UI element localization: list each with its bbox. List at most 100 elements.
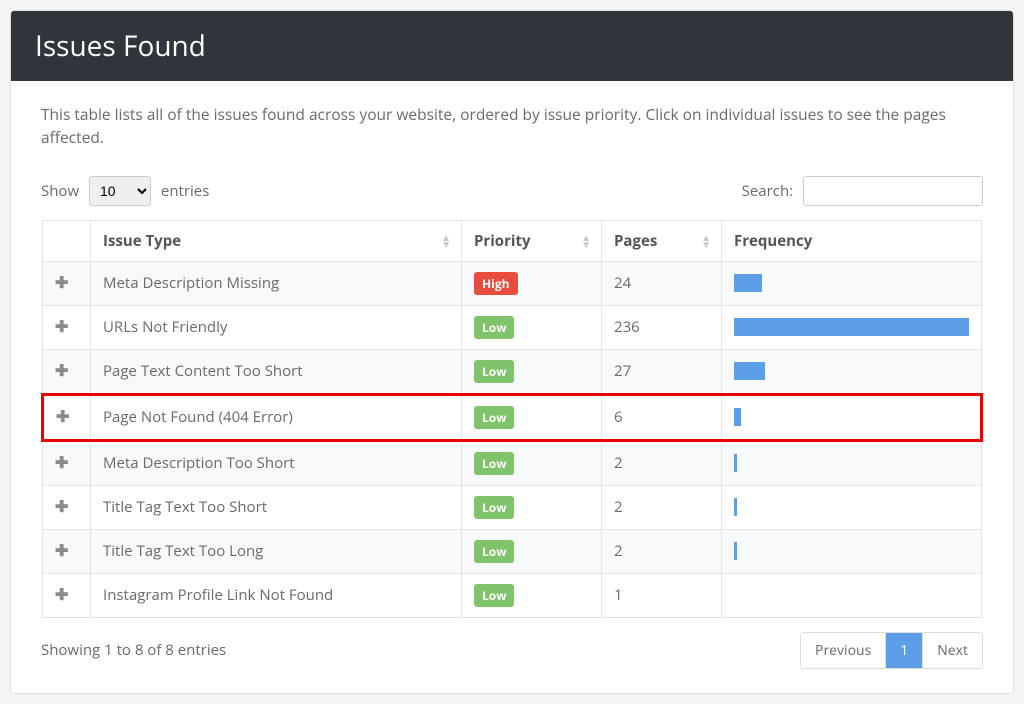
priority-cell: Low: [462, 394, 602, 440]
issue-cell[interactable]: Title Tag Text Too Long: [91, 529, 462, 573]
frequency-bar-container: [734, 454, 969, 472]
frequency-bar-container: [734, 362, 969, 380]
frequency-bar-container: [734, 274, 969, 292]
expand-cell[interactable]: ✚: [43, 349, 91, 394]
frequency-bar-container: [734, 586, 969, 604]
priority-cell: High: [462, 261, 602, 305]
priority-cell: Low: [462, 349, 602, 394]
frequency-bar-container: [734, 542, 969, 560]
table-row: ✚ Instagram Profile Link Not Found Low 1: [43, 573, 982, 617]
table-row: ✚ Meta Description Too Short Low 2: [43, 440, 982, 485]
priority-cell: Low: [462, 485, 602, 529]
col-priority-label: Priority: [474, 231, 531, 251]
sort-icon: ▲▼: [701, 234, 711, 248]
expand-cell[interactable]: ✚: [43, 573, 91, 617]
plus-icon[interactable]: ✚: [55, 586, 68, 602]
issues-panel: Issues Found This table lists all of the…: [10, 10, 1014, 694]
plus-icon[interactable]: ✚: [56, 408, 69, 424]
table-footer: Showing 1 to 8 of 8 entries Previous 1 N…: [41, 632, 983, 669]
plus-icon[interactable]: ✚: [55, 454, 68, 470]
panel-description: This table lists all of the issues found…: [41, 103, 983, 150]
frequency-bar: [734, 274, 762, 292]
frequency-bar: [734, 408, 741, 426]
priority-cell: Low: [462, 305, 602, 349]
pages-cell: 6: [602, 394, 722, 440]
entries-select[interactable]: 10: [89, 176, 151, 206]
frequency-bar-container: [734, 498, 969, 516]
col-issue-type[interactable]: Issue Type ▲▼: [91, 220, 462, 261]
expand-cell[interactable]: ✚: [43, 440, 91, 485]
frequency-bar: [734, 318, 969, 336]
col-priority[interactable]: Priority ▲▼: [462, 220, 602, 261]
plus-icon[interactable]: ✚: [55, 362, 68, 378]
table-row: ✚Title Tag Text Too ShortLow2: [43, 485, 982, 529]
issue-cell[interactable]: Page Not Found (404 Error): [91, 394, 462, 440]
expand-cell[interactable]: ✚: [43, 529, 91, 573]
priority-badge: Low: [474, 584, 514, 607]
col-pages-label: Pages: [614, 231, 657, 251]
expand-cell[interactable]: ✚: [43, 261, 91, 305]
entries-label: entries: [161, 181, 209, 201]
table-row: ✚Meta Description MissingHigh24: [43, 261, 982, 305]
priority-cell: Low: [462, 529, 602, 573]
length-control: Show 10 entries: [41, 176, 209, 206]
plus-icon[interactable]: ✚: [55, 498, 68, 514]
col-pages[interactable]: Pages ▲▼: [602, 220, 722, 261]
col-issue-type-label: Issue Type: [103, 231, 181, 251]
issue-cell[interactable]: Title Tag Text Too Short: [91, 485, 462, 529]
sort-icon: ▲▼: [581, 234, 591, 248]
next-button[interactable]: Next: [922, 633, 982, 668]
issue-cell[interactable]: Meta Description Too Short: [91, 440, 462, 485]
priority-badge: High: [474, 272, 518, 295]
pages-cell: 236: [602, 305, 722, 349]
col-frequency-label: Frequency: [734, 231, 812, 251]
table-row: ✚ Title Tag Text Too LongLow2: [43, 529, 982, 573]
issue-cell[interactable]: URLs Not Friendly: [91, 305, 462, 349]
frequency-bar: [734, 498, 737, 516]
plus-icon[interactable]: ✚: [55, 542, 68, 558]
frequency-bar-container: [734, 408, 968, 426]
search-label: Search:: [742, 181, 793, 201]
priority-badge: Low: [474, 316, 514, 339]
expand-cell[interactable]: ✚: [43, 485, 91, 529]
pages-cell: 1: [602, 573, 722, 617]
frequency-bar-container: [734, 318, 969, 336]
issue-cell[interactable]: Instagram Profile Link Not Found: [91, 573, 462, 617]
issues-table: Issue Type ▲▼ Priority ▲▼ Pages ▲▼ Frequ…: [41, 220, 983, 618]
pages-cell: 2: [602, 440, 722, 485]
expand-cell[interactable]: ✚: [43, 394, 91, 440]
plus-icon[interactable]: ✚: [55, 274, 68, 290]
panel-header: Issues Found: [11, 11, 1013, 81]
frequency-cell: [722, 305, 982, 349]
frequency-cell: [722, 349, 982, 394]
panel-body: This table lists all of the issues found…: [11, 81, 1013, 693]
expand-cell[interactable]: ✚: [43, 305, 91, 349]
priority-badge: Low: [474, 452, 514, 475]
table-row: ✚ URLs Not Friendly Low 236: [43, 305, 982, 349]
previous-button[interactable]: Previous: [801, 633, 885, 668]
issue-cell[interactable]: Page Text Content Too Short: [91, 349, 462, 394]
frequency-bar: [734, 362, 765, 380]
table-row: ✚ Page Not Found (404 Error) Low 6: [43, 394, 982, 440]
frequency-cell: [722, 485, 982, 529]
search-control: Search:: [742, 176, 983, 206]
page-1-button[interactable]: 1: [885, 633, 922, 668]
col-expand: [43, 220, 91, 261]
table-row: ✚Page Text Content Too ShortLow27: [43, 349, 982, 394]
frequency-cell: [722, 394, 982, 440]
priority-badge: Low: [474, 496, 514, 519]
table-controls: Show 10 entries Search:: [41, 176, 983, 206]
frequency-cell: [722, 261, 982, 305]
show-label: Show: [41, 181, 79, 201]
panel-title: Issues Found: [35, 27, 206, 65]
priority-badge: Low: [474, 406, 514, 429]
priority-badge: Low: [474, 360, 514, 383]
col-frequency: Frequency: [722, 220, 982, 261]
pages-cell: 2: [602, 529, 722, 573]
search-input[interactable]: [803, 176, 983, 206]
issue-cell[interactable]: Meta Description Missing: [91, 261, 462, 305]
frequency-cell: [722, 440, 982, 485]
plus-icon[interactable]: ✚: [55, 318, 68, 334]
frequency-bar: [734, 454, 737, 472]
table-info: Showing 1 to 8 of 8 entries: [41, 640, 226, 660]
